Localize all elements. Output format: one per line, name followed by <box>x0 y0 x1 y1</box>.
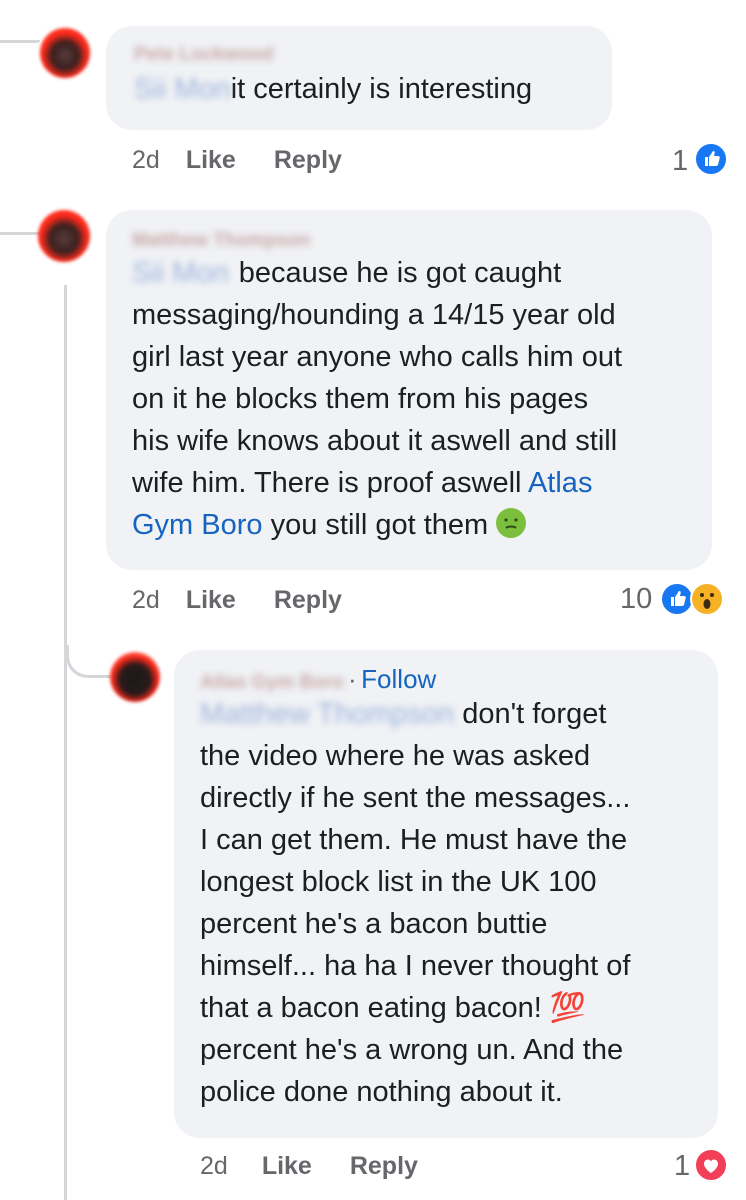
comment-bubble: Atlas Gym Boro · Follow Matthew Thompson… <box>174 650 718 1138</box>
separator-dot: · <box>348 664 357 694</box>
nauseated-face-icon <box>496 508 527 538</box>
like-button[interactable]: Like <box>262 1152 312 1181</box>
thread-connector <box>0 40 40 43</box>
thread-connector <box>66 645 111 678</box>
comment-author[interactable]: Pete Lockwood <box>134 44 586 66</box>
reaction-count[interactable]: 1 <box>674 1150 690 1183</box>
thread-connector <box>64 285 67 1200</box>
comment-bubble: Pete Lockwood Sii Monit certainly is int… <box>106 26 612 130</box>
like-button[interactable]: Like <box>186 586 236 615</box>
reply-button[interactable]: Reply <box>350 1152 418 1181</box>
page-link[interactable]: Gym Boro <box>132 509 263 541</box>
comment-time[interactable]: 2d <box>200 1152 228 1181</box>
comment-text: Matthew Thompson don't forget the video … <box>200 698 631 1108</box>
avatar[interactable] <box>40 28 90 78</box>
comment-author[interactable]: Matthew Thompson <box>132 230 688 252</box>
mention-link[interactable]: Matthew Thompson <box>200 698 454 730</box>
thumbs-up-icon <box>660 582 694 616</box>
thumbs-up-icon <box>694 142 728 176</box>
comment-time[interactable]: 2d <box>132 146 160 175</box>
page-link[interactable]: Atlas <box>528 467 592 499</box>
avatar[interactable] <box>110 652 160 702</box>
reply-button[interactable]: Reply <box>274 586 342 615</box>
mention-link[interactable]: Sii Mon <box>132 257 229 289</box>
comment-actions: 2d Like Reply <box>132 146 342 175</box>
comment-time[interactable]: 2d <box>132 586 160 615</box>
comment-bubble: Matthew Thompson Sii Mon because he is go… <box>106 210 712 570</box>
comment-author[interactable]: Atlas Gym Boro <box>200 672 344 694</box>
reaction-count[interactable]: 10 <box>620 583 652 616</box>
follow-button[interactable]: Follow <box>361 664 436 694</box>
comment-text: Sii Monit certainly is interesting <box>134 73 533 105</box>
wow-face-icon <box>690 582 724 616</box>
comment-actions: 2d Like Reply <box>132 586 342 615</box>
comment-text: Sii Mon because he is got caught messagin… <box>132 257 623 541</box>
comment-actions: 2d Like Reply <box>200 1152 418 1181</box>
comment-header: Atlas Gym Boro · Follow <box>200 664 698 695</box>
heart-icon <box>694 1148 728 1182</box>
reaction-count[interactable]: 1 <box>672 145 688 178</box>
avatar[interactable] <box>38 210 90 262</box>
mention-link[interactable]: Sii Mon <box>134 73 231 105</box>
reply-button[interactable]: Reply <box>274 146 342 175</box>
like-button[interactable]: Like <box>186 146 236 175</box>
thread-connector <box>0 232 40 235</box>
